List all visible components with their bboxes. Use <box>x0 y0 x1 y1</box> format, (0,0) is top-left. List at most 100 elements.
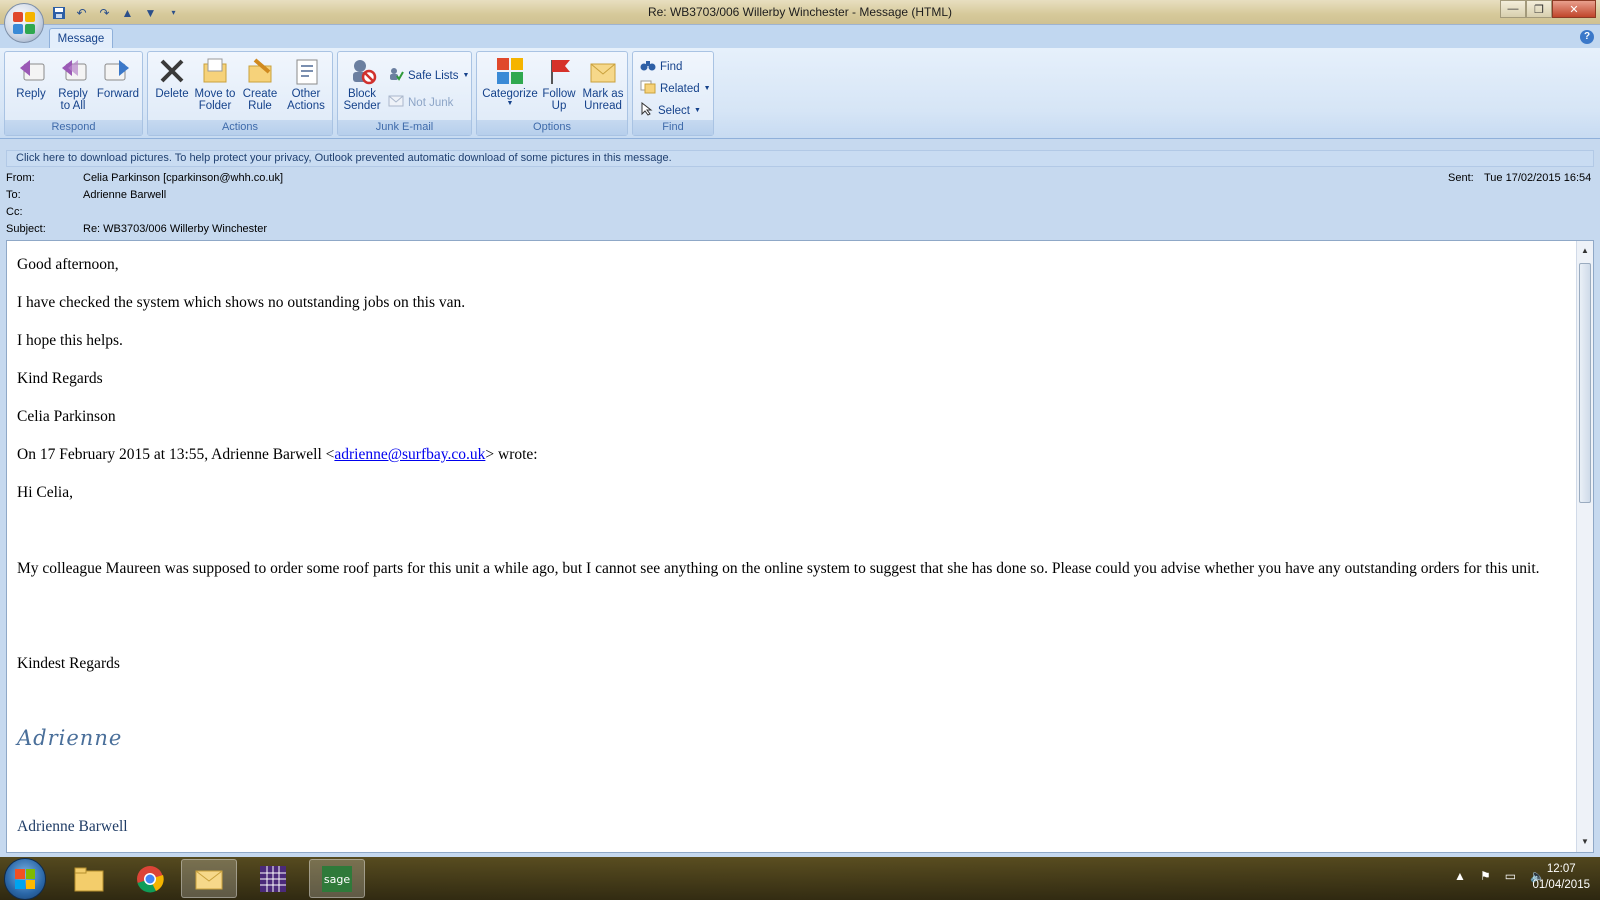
cc-label: Cc: <box>6 206 23 218</box>
download-pictures-infobar[interactable]: Click here to download pictures. To help… <box>6 150 1594 167</box>
move-to-folder-button[interactable]: Move to Folder <box>192 54 238 112</box>
signature-name: Adrienne Barwell <box>17 818 128 835</box>
reply-icon <box>15 54 47 88</box>
quoted-closing: Kindest Regards <box>17 655 120 672</box>
find-button[interactable]: Find <box>640 58 682 75</box>
group-respond: Reply Reply to All Forward Respond <box>4 51 143 136</box>
mark-as-unread-label: Mark as Unread <box>582 88 624 112</box>
to-value[interactable]: Adrienne Barwell <box>83 189 166 201</box>
vertical-scrollbar[interactable]: ▲ ▼ <box>1576 241 1593 852</box>
svg-text:sage: sage <box>324 873 350 886</box>
quoted-greeting: Hi Celia, <box>17 484 73 501</box>
taskbar-sage[interactable]: sage <box>309 859 365 898</box>
taskbar-outlook[interactable] <box>181 859 237 898</box>
not-junk-button[interactable]: Not Junk <box>388 94 453 111</box>
block-sender-button[interactable]: Block Sender <box>342 54 382 112</box>
title-bar: ↶ ↷ ▲ ▼ ▾ Re: WB3703/006 Willerby Winche… <box>0 0 1600 43</box>
office-button[interactable] <box>4 3 44 43</box>
chrome-icon <box>137 865 164 892</box>
taskbar-app-grid[interactable] <box>245 859 301 898</box>
window-title: Re: WB3703/006 Willerby Winchester - Mes… <box>647 5 953 19</box>
related-icon <box>640 80 656 97</box>
chevron-down-icon: ▼ <box>703 85 711 92</box>
scroll-up-icon[interactable]: ▲ <box>1577 243 1593 259</box>
related-label: Related <box>660 82 700 95</box>
closing-regards: Kind Regards <box>17 370 103 387</box>
close-button[interactable]: ✕ <box>1552 0 1596 18</box>
taskbar-chrome[interactable] <box>122 859 178 898</box>
group-actions-label: Actions <box>148 120 332 135</box>
not-junk-icon <box>388 94 404 111</box>
network-icon[interactable]: ▭ <box>1505 869 1516 883</box>
start-button[interactable] <box>4 858 46 900</box>
reply-all-label: Reply to All <box>58 88 88 112</box>
ribbon: Reply Reply to All Forward Respond Delet… <box>0 48 1600 139</box>
clock-date: 01/04/2015 <box>1532 879 1590 891</box>
follow-up-label: Follow Up <box>542 88 576 112</box>
sender-name: Celia Parkinson <box>17 408 116 425</box>
follow-up-button[interactable]: Follow Up <box>539 54 579 112</box>
forward-button[interactable]: Forward <box>95 54 141 100</box>
create-rule-icon <box>244 54 276 88</box>
group-junk-label: Junk E-mail <box>338 120 471 135</box>
minimize-button[interactable]: — <box>1500 0 1526 18</box>
select-label: Select <box>658 104 690 117</box>
forward-icon <box>102 54 134 88</box>
from-value[interactable]: Celia Parkinson [cparkinson@whh.co.uk] <box>83 172 283 184</box>
group-junk-email: Block Sender Safe Lists ▼ Not Junk ◲ Jun… <box>337 51 472 136</box>
reply-button[interactable]: Reply <box>11 54 51 100</box>
categorize-button[interactable]: Categorize ▼ <box>479 54 541 107</box>
quote-intro: On 17 February 2015 at 13:55, Adrienne B… <box>17 445 1572 464</box>
create-rule-button[interactable]: Create Rule <box>238 54 282 112</box>
delete-label: Delete <box>155 88 189 100</box>
tab-message[interactable]: Message <box>49 28 113 50</box>
message-body[interactable]: Good afternoon, I have checked the syste… <box>6 240 1594 853</box>
reply-all-icon <box>57 54 89 88</box>
office-logo-icon <box>13 12 35 34</box>
delete-icon <box>156 54 188 88</box>
chevron-down-icon: ▼ <box>506 100 514 107</box>
to-label: To: <box>6 189 21 201</box>
quote-email-link[interactable]: adrienne@surfbay.co.uk <box>334 446 485 463</box>
create-rule-label: Create Rule <box>242 88 278 112</box>
mark-as-unread-button[interactable]: Mark as Unread <box>579 54 627 112</box>
action-center-flag-icon[interactable]: ⚑ <box>1480 869 1491 883</box>
window-controls: — ❐ ✕ <box>1500 0 1596 18</box>
restore-button[interactable]: ❐ <box>1526 0 1552 18</box>
scrollbar-thumb[interactable] <box>1579 263 1591 503</box>
select-button[interactable]: Select ▼ <box>640 101 701 119</box>
grid-app-icon <box>260 865 286 892</box>
block-sender-icon <box>346 54 378 88</box>
follow-up-flag-icon <box>543 54 575 88</box>
taskbar-explorer[interactable] <box>61 859 117 898</box>
move-to-folder-label: Move to Folder <box>194 88 236 112</box>
clock-time: 12:07 <box>1546 863 1576 875</box>
other-actions-label: Other Actions <box>287 88 325 112</box>
chevron-down-icon: ▼ <box>693 107 701 114</box>
show-hidden-icons-icon[interactable]: ▲ <box>1454 869 1466 883</box>
delete-button[interactable]: Delete <box>152 54 192 100</box>
categorize-icon <box>494 54 526 88</box>
clock[interactable]: 12:07 01/04/2015 <box>1532 861 1590 893</box>
find-label: Find <box>660 60 683 73</box>
sent-label: Sent: <box>1448 172 1474 184</box>
reply-all-button[interactable]: Reply to All <box>51 54 95 112</box>
binoculars-icon <box>640 58 656 75</box>
windows-logo-icon <box>15 869 35 889</box>
related-button[interactable]: Related ▼ <box>640 80 711 97</box>
cursor-icon <box>640 101 654 119</box>
system-tray: ▲ ⚑ ▭ 🔈 <box>1454 869 1545 883</box>
ribbon-tab-row: Message ? <box>0 25 1600 50</box>
from-label: From: <box>6 172 35 184</box>
scroll-down-icon[interactable]: ▼ <box>1577 834 1593 850</box>
body-line-2: I hope this helps. <box>17 332 123 349</box>
forward-label: Forward <box>96 88 140 100</box>
help-icon[interactable]: ? <box>1580 30 1594 44</box>
reply-label: Reply <box>16 88 46 100</box>
quote-intro-prefix: On 17 February 2015 at 13:55, Adrienne B… <box>17 446 335 463</box>
other-actions-button[interactable]: Other Actions <box>282 54 330 112</box>
safe-lists-button[interactable]: Safe Lists ▼ <box>388 66 469 85</box>
group-options: Categorize ▼ Follow Up Mark as Unread ◲ … <box>476 51 628 136</box>
quoted-paragraph: My colleague Maureen was supposed to ord… <box>17 560 1540 577</box>
move-to-folder-icon <box>199 54 231 88</box>
